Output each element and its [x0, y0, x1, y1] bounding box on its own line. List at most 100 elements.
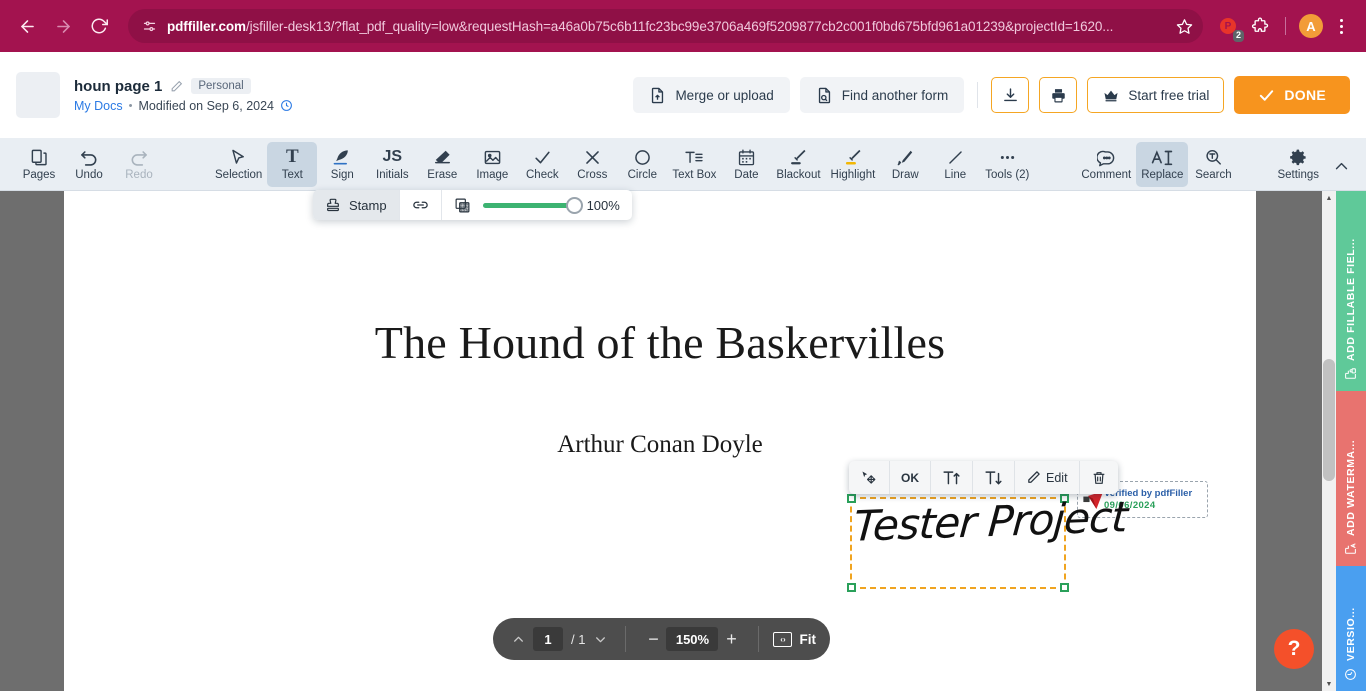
tool-highlight[interactable]: Highlight: [826, 142, 881, 187]
tool-selection[interactable]: Selection: [210, 142, 267, 187]
comment-icon: [1096, 146, 1116, 167]
zoom-out-button[interactable]: −: [640, 626, 666, 652]
tool-sign[interactable]: Sign: [317, 142, 367, 187]
avatar-initial: A: [1299, 14, 1323, 38]
help-button[interactable]: ?: [1274, 629, 1314, 669]
vertical-scrollbar[interactable]: ▲ ▼: [1322, 191, 1336, 691]
zoom-level-value[interactable]: 150%: [666, 627, 719, 651]
tool-redo[interactable]: Redo: [114, 142, 164, 187]
tool-line[interactable]: Line: [930, 142, 980, 187]
increase-font-button[interactable]: [931, 461, 973, 494]
breadcrumb[interactable]: My Docs: [74, 99, 123, 113]
resize-handle-bottom-right[interactable]: [1060, 583, 1069, 592]
resize-handle-bottom-left[interactable]: [847, 583, 856, 592]
tool-comment[interactable]: Comment: [1076, 142, 1136, 187]
tool-draw[interactable]: Draw: [880, 142, 930, 187]
back-button[interactable]: [12, 11, 42, 41]
tool-undo[interactable]: Undo: [64, 142, 114, 187]
toolbar-collapse-button[interactable]: [1324, 142, 1358, 187]
merge-or-upload-button[interactable]: Merge or upload: [633, 77, 790, 113]
tool-initials[interactable]: JS Initials: [367, 142, 417, 187]
move-handle-icon: [862, 470, 876, 484]
start-free-trial-button[interactable]: Start free trial: [1087, 77, 1225, 113]
crown-icon: [1104, 90, 1118, 102]
tool-image[interactable]: Image: [467, 142, 517, 187]
image-icon: [483, 146, 502, 167]
replace-text-icon: [1150, 146, 1174, 167]
opacity-slider[interactable]: [482, 196, 583, 214]
stamp-link-button[interactable]: [400, 190, 442, 220]
print-button[interactable]: [1039, 77, 1078, 113]
reload-button[interactable]: [84, 11, 114, 41]
pages-icon: [30, 146, 49, 167]
tool-replace[interactable]: Replace: [1136, 141, 1189, 187]
next-page-button[interactable]: [589, 626, 611, 652]
search-icon: [1204, 146, 1223, 167]
tool-text[interactable]: T Text: [267, 141, 318, 187]
tool-pages[interactable]: Pages: [14, 142, 64, 187]
tool-label: Comment: [1081, 169, 1132, 182]
download-button[interactable]: [991, 77, 1030, 113]
move-button[interactable]: [849, 461, 890, 494]
chevron-up-icon: [1333, 154, 1350, 175]
find-another-form-button[interactable]: Find another form: [799, 77, 965, 113]
tool-cross[interactable]: Cross: [567, 142, 617, 187]
site-settings-icon[interactable]: [142, 19, 157, 34]
tool-text-box[interactable]: Text Box: [667, 142, 721, 187]
tool-blackout[interactable]: Blackout: [771, 142, 825, 187]
signature-object-toolbar: OK Edit: [849, 461, 1118, 494]
done-button[interactable]: DONE: [1234, 76, 1350, 114]
fit-button[interactable]: ‹› Fit: [759, 618, 830, 660]
scroll-up-arrow[interactable]: ▲: [1322, 191, 1336, 205]
decrease-font-button[interactable]: [973, 461, 1015, 494]
tool-label: Check: [526, 169, 559, 182]
tool-circle[interactable]: Circle: [617, 142, 667, 187]
document-meta: houn page 1 Personal My Docs • Modified …: [74, 78, 293, 113]
tool-more-tools[interactable]: Tools (2): [980, 142, 1034, 187]
three-dot-menu-icon[interactable]: [1328, 11, 1354, 41]
undo-icon: [79, 146, 99, 167]
clock-icon[interactable]: [280, 99, 293, 112]
scroll-down-arrow[interactable]: ▼: [1322, 677, 1336, 691]
extension-pin-icon[interactable]: P 2: [1213, 11, 1244, 42]
avatar[interactable]: A: [1296, 11, 1326, 41]
opacity-slider-handle[interactable]: [565, 196, 583, 214]
stamp-button[interactable]: Stamp: [313, 190, 400, 220]
sidebar-item-label: ADD FILLABLE FIEL...: [1345, 238, 1357, 361]
puzzle-piece-icon[interactable]: [1245, 11, 1275, 41]
page-number-input[interactable]: 1: [533, 627, 563, 651]
scrollbar-thumb[interactable]: [1323, 359, 1335, 481]
sign-feather-icon: [332, 146, 352, 167]
pencil-icon[interactable]: [170, 80, 183, 93]
tool-check[interactable]: Check: [517, 142, 567, 187]
tool-erase[interactable]: Erase: [417, 142, 467, 187]
document-title-text: The Hound of the Baskervilles: [374, 317, 946, 368]
address-bar[interactable]: pdffiller.com/jsfiller-desk13/?flat_pdf_…: [128, 9, 1203, 43]
tool-date[interactable]: Date: [721, 142, 771, 187]
previous-page-button[interactable]: [507, 626, 529, 652]
document-thumbnail[interactable]: [16, 72, 60, 118]
stamp-toolbar: Stamp 100%: [313, 190, 632, 220]
sidebar-item-add-fillable-fields[interactable]: ADD FILLABLE FIEL...: [1336, 191, 1366, 391]
document-page[interactable]: The Hound of the Baskervilles Arthur Con…: [64, 191, 1256, 691]
edit-label: Edit: [1046, 470, 1068, 485]
zoom-in-button[interactable]: +: [718, 626, 744, 652]
printer-icon: [1052, 88, 1065, 102]
tool-settings[interactable]: Settings: [1272, 142, 1324, 187]
page-navigation: 1 / 1: [493, 618, 625, 660]
page-title: houn page 1: [74, 77, 163, 95]
document-title-row: houn page 1 Personal: [74, 78, 293, 95]
star-icon[interactable]: [1176, 18, 1193, 35]
tool-search[interactable]: Search: [1188, 142, 1238, 187]
browser-extensions: P 2 A: [1213, 11, 1354, 42]
stamp-opacity-control[interactable]: 100%: [442, 190, 632, 220]
opacity-slider-fill: [482, 202, 575, 208]
ok-button[interactable]: OK: [890, 461, 931, 494]
sidebar-item-add-watermark[interactable]: ADD WATERMA...: [1336, 391, 1366, 566]
edit-button[interactable]: Edit: [1015, 461, 1080, 494]
tool-label: Blackout: [776, 169, 821, 182]
sidebar-item-version-history[interactable]: VERSIO...: [1336, 566, 1366, 691]
delete-button[interactable]: [1080, 461, 1118, 494]
forward-button[interactable]: [48, 11, 78, 41]
signature-object[interactable]: Tester Project: [847, 492, 1129, 592]
